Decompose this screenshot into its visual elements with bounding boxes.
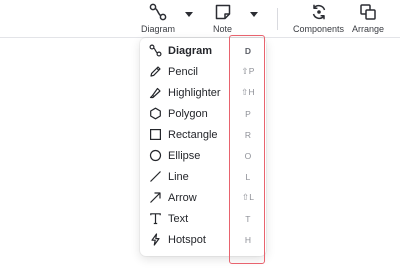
diagram-dropdown-caret[interactable] bbox=[185, 12, 193, 17]
shortcut-key: O bbox=[244, 150, 252, 161]
menu-item-label: Hotspot bbox=[168, 233, 206, 246]
shortcut-key: ⇧P bbox=[241, 66, 255, 76]
menu-item-highlighter[interactable]: Highlighter ⇧H bbox=[140, 82, 266, 103]
components-button[interactable]: Components bbox=[293, 3, 344, 34]
shortcut-key: H bbox=[244, 234, 252, 245]
toolbar-divider bbox=[277, 8, 278, 30]
arrange-icon bbox=[360, 4, 376, 20]
shortcut-key: T bbox=[245, 213, 251, 224]
note-icon bbox=[215, 4, 230, 20]
text-icon bbox=[149, 212, 162, 225]
note-dropdown-caret[interactable] bbox=[250, 12, 258, 17]
note-tool-button[interactable]: Note bbox=[213, 3, 232, 34]
menu-item-label: Polygon bbox=[168, 107, 208, 120]
components-label: Components bbox=[293, 24, 345, 34]
menu-item-rectangle[interactable]: Rectangle R bbox=[140, 124, 266, 145]
menu-item-diagram[interactable]: Diagram D bbox=[140, 40, 266, 61]
diagram-icon bbox=[149, 3, 167, 21]
menu-item-label: Diagram bbox=[168, 44, 213, 57]
menu-item-pencil[interactable]: Pencil ⇧P bbox=[140, 61, 266, 82]
shortcut-key: D bbox=[244, 45, 252, 56]
highlighter-icon bbox=[149, 86, 162, 99]
menu-item-polygon[interactable]: Polygon P bbox=[140, 103, 266, 124]
shortcut-key: ⇧L bbox=[241, 192, 255, 202]
hotspot-icon bbox=[149, 233, 162, 246]
menu-item-text[interactable]: Text T bbox=[140, 208, 266, 229]
menu-item-label: Pencil bbox=[168, 65, 198, 78]
toolbar: Diagram Note Components Arrange bbox=[0, 0, 400, 38]
note-tool-label: Note bbox=[213, 24, 233, 34]
ellipse-icon bbox=[149, 149, 162, 162]
menu-item-hotspot[interactable]: Hotspot H bbox=[140, 229, 266, 250]
polygon-icon bbox=[149, 107, 162, 120]
menu-item-label: Text bbox=[168, 212, 189, 225]
menu-item-label: Ellipse bbox=[168, 149, 201, 162]
shortcut-key: R bbox=[244, 129, 252, 140]
diagram-icon bbox=[149, 44, 162, 57]
menu-item-label: Arrow bbox=[168, 191, 197, 204]
menu-item-ellipse[interactable]: Ellipse O bbox=[140, 145, 266, 166]
menu-item-label: Line bbox=[168, 170, 189, 183]
shortcut-key: L bbox=[245, 171, 251, 182]
arrow-icon bbox=[149, 191, 162, 204]
menu-item-arrow[interactable]: Arrow ⇧L bbox=[140, 187, 266, 208]
shortcut-key: ⇧H bbox=[241, 87, 255, 97]
menu-item-label: Highlighter bbox=[168, 86, 221, 99]
rectangle-icon bbox=[149, 128, 162, 141]
drawing-tools-menu: Diagram D Pencil ⇧P Highlighter ⇧H Polyg… bbox=[140, 38, 266, 256]
diagram-tool-label: Diagram bbox=[141, 24, 176, 34]
shortcut-key: P bbox=[245, 108, 251, 119]
pencil-icon bbox=[149, 65, 162, 78]
line-icon bbox=[149, 170, 162, 183]
components-icon bbox=[312, 4, 325, 20]
menu-item-line[interactable]: Line L bbox=[140, 166, 266, 187]
arrange-button[interactable]: Arrange bbox=[352, 3, 384, 34]
arrange-label: Arrange bbox=[352, 24, 385, 34]
diagram-tool-button[interactable]: Diagram bbox=[141, 3, 175, 34]
menu-item-label: Rectangle bbox=[168, 128, 218, 141]
